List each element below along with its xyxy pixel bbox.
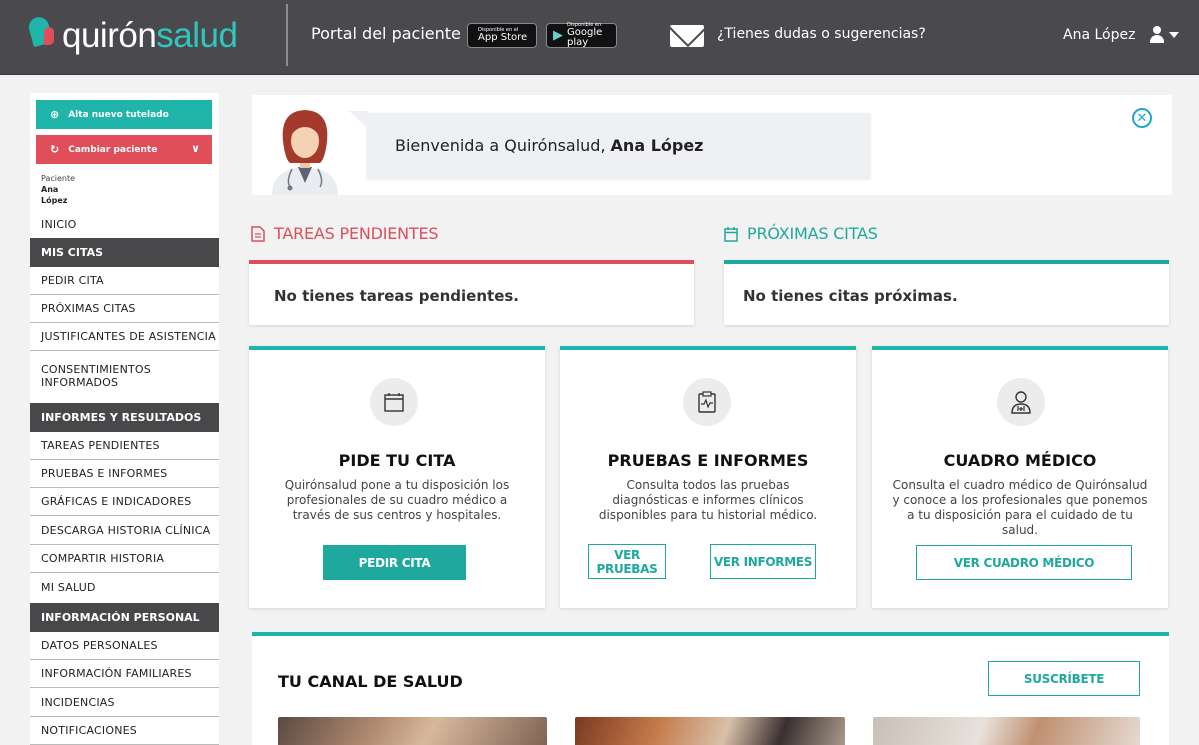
sidebar-item-consentimientos[interactable]: CONSENTIMIENTOS INFORMADOS [30,351,190,401]
sidebar-item-pruebas[interactable]: PRUEBAS E INFORMES [30,460,219,488]
close-icon[interactable]: ✕ [1132,108,1152,128]
sidebar-item-proximas-citas[interactable]: PRÓXIMAS CITAS [30,295,219,323]
portal-title: Portal del paciente [311,24,461,43]
doctor-avatar-icon [272,110,338,195]
canal-salud-panel: TU CANAL DE SALUD SUSCRÍBETE [252,632,1169,745]
app-store-badge[interactable]: Disponible en el App Store [467,23,537,48]
card-pide-cita: PIDE TU CITA Quirónsalud pone a tu dispo… [249,346,545,608]
sidebar-section-info-personal: INFORMACIÓN PERSONAL [30,603,219,632]
sidebar-item-datos[interactable]: DATOS PERSONALES [30,632,219,660]
sidebar-item-inicio[interactable]: INICIO [30,210,219,238]
tareas-message: No tienes tareas pendientes. [274,287,519,305]
quironsalud-logo[interactable]: quirónsalud [26,14,238,56]
suscribete-button[interactable]: SUSCRÍBETE [988,661,1140,696]
article-thumbnail[interactable] [575,717,845,745]
chevron-down-icon: ∨ [191,142,200,155]
header-divider [286,4,288,66]
card-title: PIDE TU CITA [338,451,456,470]
card-cuadro-medico: CUADRO MÉDICO Consulta el cuadro médico … [872,346,1168,608]
sidebar-item-mi-salud[interactable]: MI SALUD [30,573,219,601]
tareas-box: No tienes tareas pendientes. [249,260,694,325]
doctor-icon [997,378,1045,426]
sidebar-item-descarga[interactable]: DESCARGA HISTORIA CLÍNICA [30,516,219,545]
user-icon[interactable] [1150,26,1164,44]
alta-tutelado-button[interactable]: ⊕ Alta nuevo tutelado [36,100,212,129]
google-play-badge[interactable]: ▶ Disponible en Google play [546,23,617,48]
article-thumbnail[interactable] [873,717,1140,745]
calendar-icon [370,378,418,426]
ver-cuadro-medico-button[interactable]: VER CUADRO MÉDICO [916,545,1132,580]
citas-title: PRÓXIMAS CITAS [724,224,878,243]
refresh-icon: ↻ [50,143,60,156]
caret-down-icon[interactable] [1169,32,1179,38]
feedback-link[interactable]: ¿Tienes dudas o sugerencias? [717,26,926,42]
logo-mark-icon [26,14,60,53]
card-pruebas-informes: PRUEBAS E INFORMES Consulta todos las pr… [560,346,856,608]
play-icon: ▶ [553,28,563,43]
clipboard-icon [683,378,731,426]
calendar-icon [724,226,738,242]
welcome-panel: Bienvenida a Quirónsalud, Ana López ✕ [252,95,1172,195]
article-thumbnail[interactable] [278,717,547,745]
sidebar-section-informes: INFORMES Y RESULTADOS [30,403,219,432]
sidebar-item-notificaciones[interactable]: NOTIFICACIONES [30,717,219,745]
sidebar-section-mis-citas: MIS CITAS [30,238,219,267]
card-description: Quirónsalud pone a tu disposición los pr… [284,478,510,522]
ver-pruebas-button[interactable]: VER PRUEBAS [588,544,666,579]
card-description: Consulta todos las pruebas diagnósticas … [598,478,818,522]
tareas-title: TAREAS PENDIENTES [251,224,439,243]
citas-message: No tienes citas próximas. [743,287,958,305]
sidebar-item-incidencias[interactable]: INCIDENCIAS [30,688,219,717]
logo-text: quirónsalud [62,15,238,55]
pedir-cita-button[interactable]: PEDIR CITA [323,545,466,580]
sidebar: ⊕ Alta nuevo tutelado ↻ Cambiar paciente… [30,93,219,745]
sidebar-item-justificantes[interactable]: JUSTIFICANTES DE ASISTENCIA [30,323,219,351]
canal-title: TU CANAL DE SALUD [278,672,463,691]
card-title: PRUEBAS E INFORMES [607,451,809,470]
sidebar-item-familiares[interactable]: INFORMACIÓN FAMILIARES [30,660,219,688]
card-title: CUADRO MÉDICO [943,451,1097,470]
plus-circle-icon: ⊕ [50,108,60,121]
paciente-info: Paciente Ana López [41,174,76,205]
ver-informes-button[interactable]: VER INFORMES [710,544,816,579]
sidebar-item-pedir-cita[interactable]: PEDIR CITA [30,267,219,295]
sidebar-item-compartir[interactable]: COMPARTIR HISTORIA [30,545,219,573]
user-name[interactable]: Ana López [1063,27,1135,43]
sidebar-item-graficas[interactable]: GRÁFICAS E INDICADORES [30,488,219,516]
top-header: quirónsalud Portal del paciente Disponib… [0,0,1199,75]
card-description: Consulta el cuadro médico de Quirónsalud… [892,478,1148,537]
cambiar-paciente-button[interactable]: ↻ Cambiar paciente ∨ [36,135,212,164]
sidebar-item-tareas[interactable]: TAREAS PENDIENTES [30,432,219,460]
mail-icon[interactable] [670,25,704,47]
welcome-bubble: Bienvenida a Quirónsalud, Ana López [349,111,870,178]
document-icon [251,225,265,242]
citas-box: No tienes citas próximas. [724,260,1169,325]
